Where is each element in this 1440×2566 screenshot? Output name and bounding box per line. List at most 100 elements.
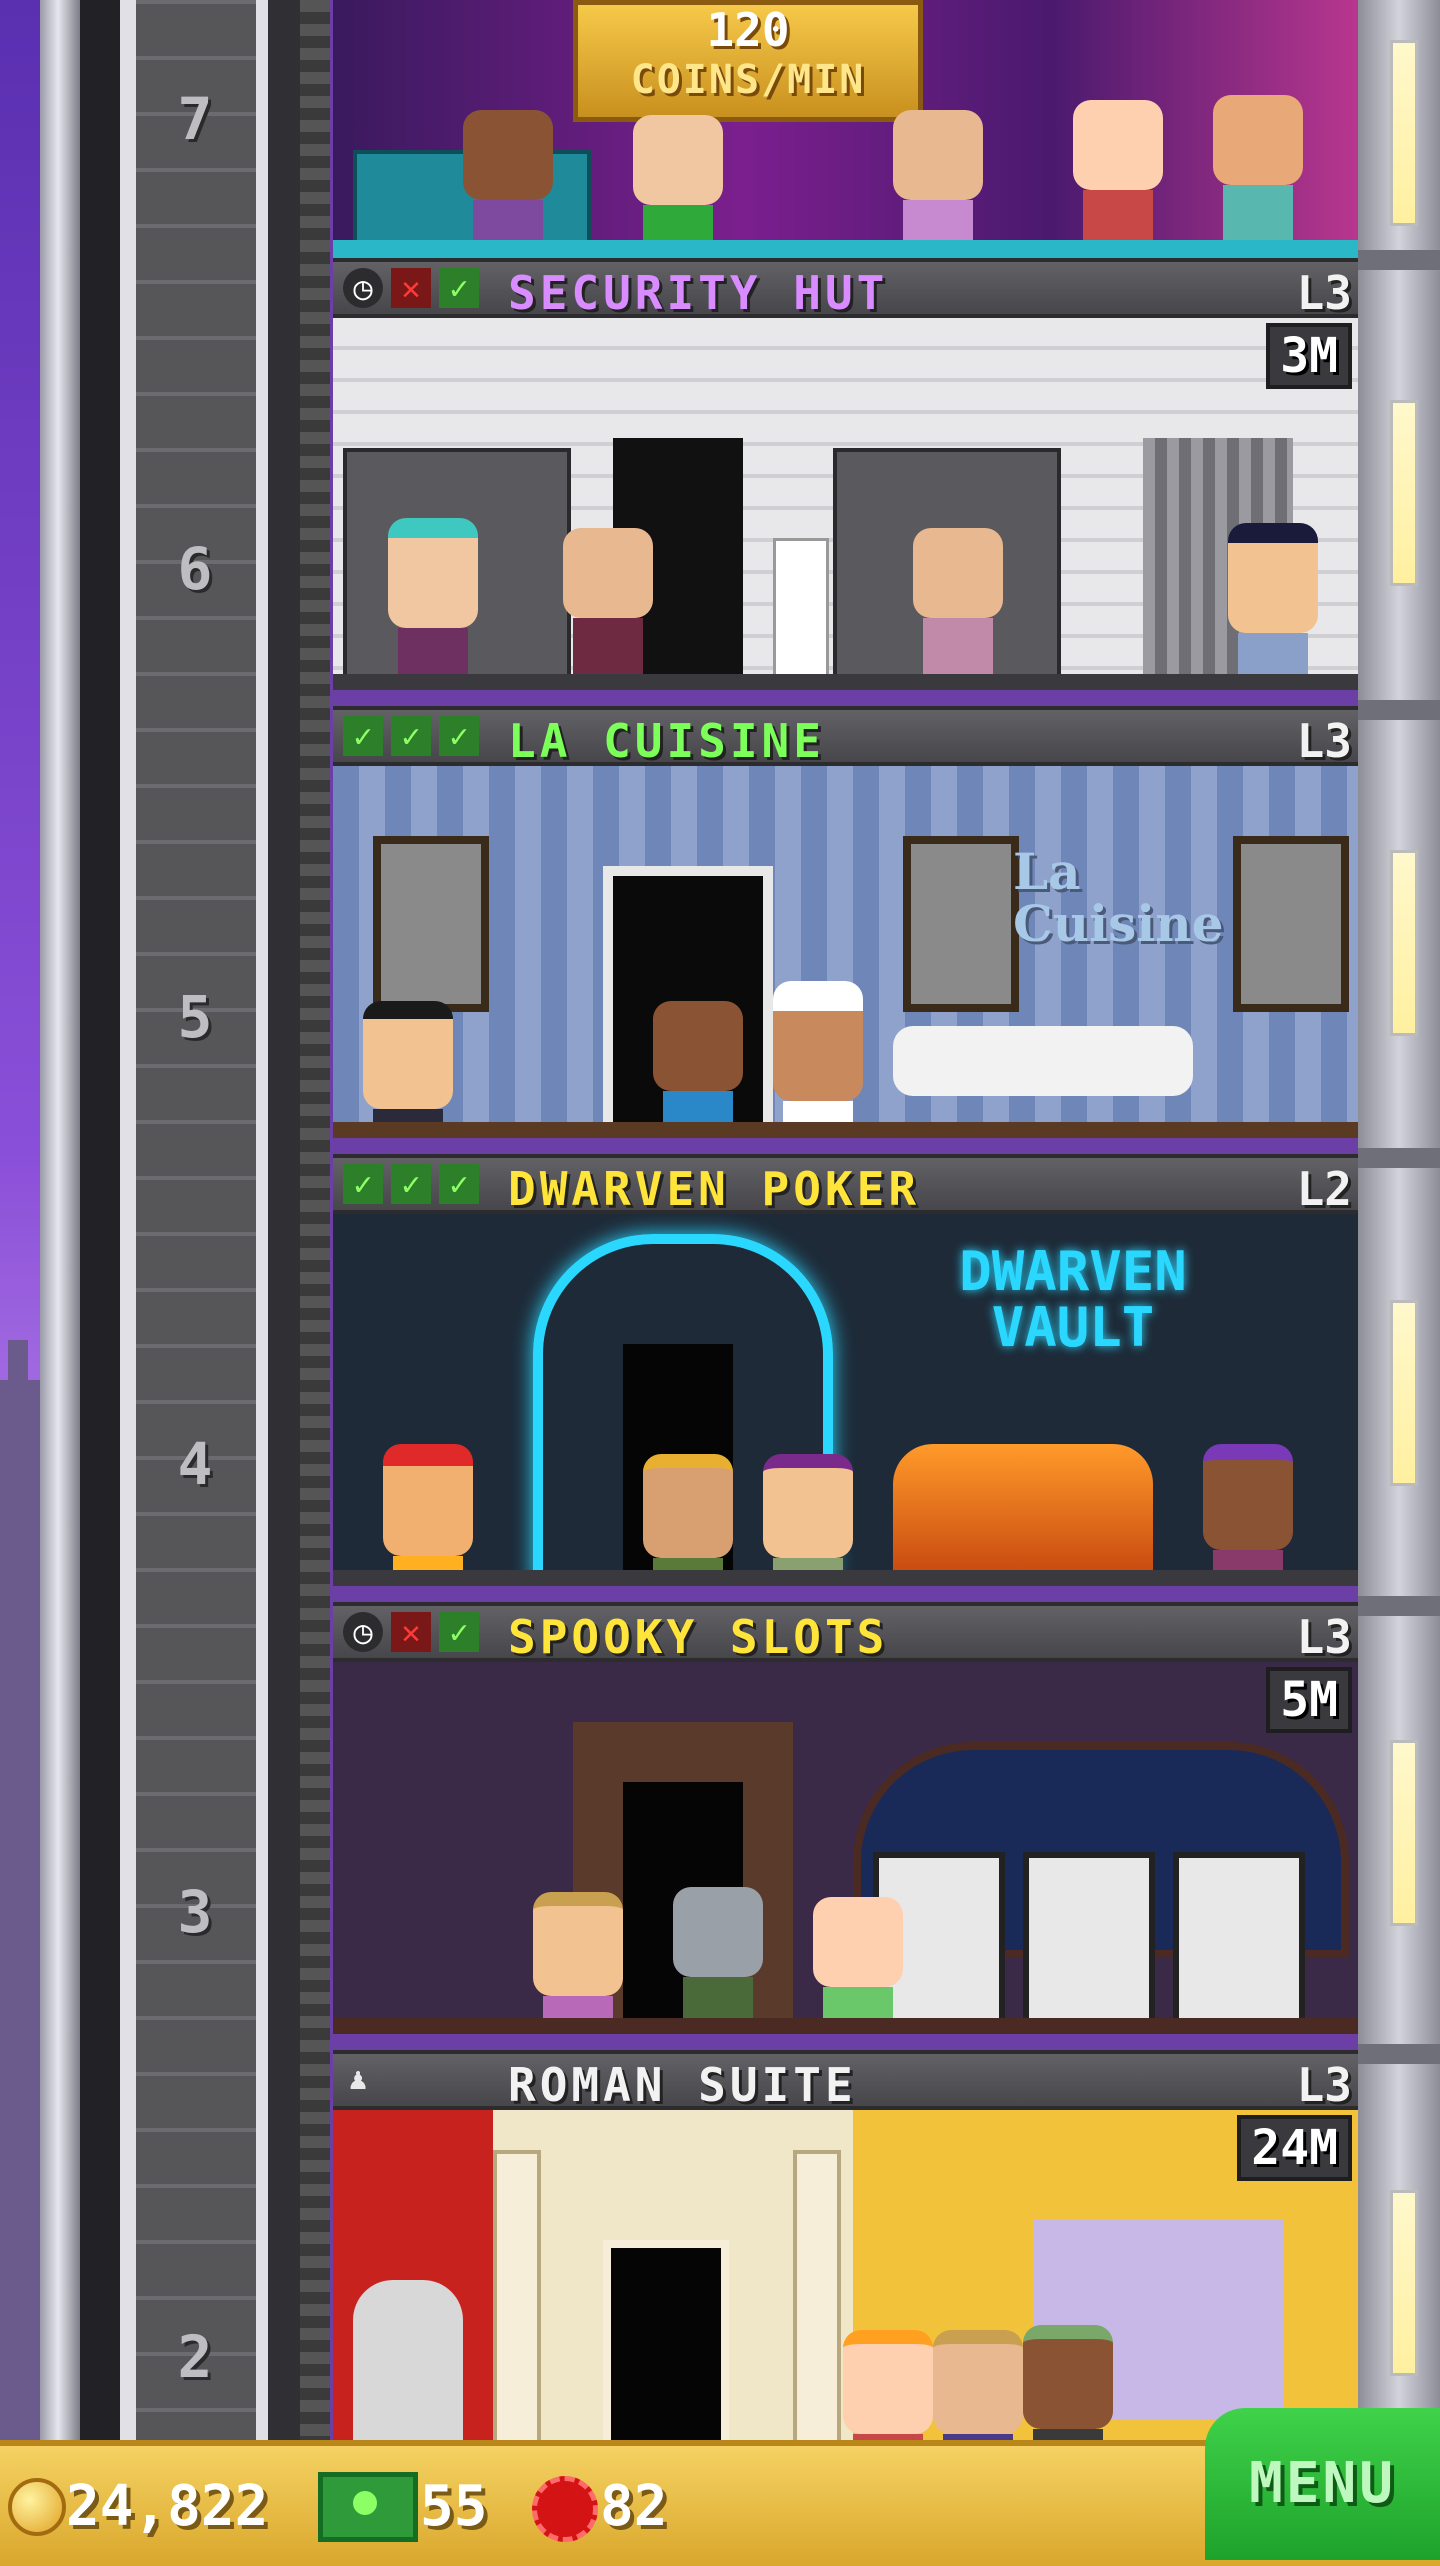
floor-strip [333, 2018, 1358, 2034]
tower-window [1390, 850, 1418, 1036]
floor-number-2: 2 [177, 2323, 213, 2391]
elevator-cable [300, 0, 330, 2440]
city-skyline [0, 1340, 40, 2480]
dwarf[interactable] [383, 1444, 473, 1586]
tower-window [1390, 2190, 1418, 2376]
zombie[interactable] [673, 1887, 763, 2034]
security-guard[interactable] [1228, 523, 1318, 690]
bitizen[interactable] [643, 1454, 733, 1586]
elevator-rail [256, 0, 268, 2440]
check-icon: ✓ [343, 716, 383, 756]
gold-pile [893, 1444, 1153, 1574]
golden-ticket-chip-icon [532, 2476, 598, 2542]
floor-header-la-cuisine[interactable]: ✓ ✓ ✓ LA CUISINE L3 [333, 706, 1358, 768]
x-icon: ✕ [391, 268, 431, 308]
bitizen[interactable] [1023, 2325, 1113, 2440]
floor-strip [333, 674, 1358, 690]
floor-status-icons: ✓ ✓ ✓ [343, 1164, 479, 1204]
floor-level: L3 [1296, 714, 1352, 768]
roman-column [493, 2150, 541, 2440]
check-icon: ✓ [343, 1164, 383, 1204]
water-cooler [773, 538, 829, 684]
wall-ledge [1358, 1148, 1440, 1168]
wall-ledge [1358, 2044, 1440, 2064]
wall-ledge [1358, 700, 1440, 720]
elevator-rail [120, 0, 136, 2440]
check-icon: ✓ [439, 716, 479, 756]
floor-number-4: 4 [177, 1430, 213, 1498]
floor-level: L3 [1296, 266, 1352, 320]
floor-name: SPOOKY SLOTS [508, 1610, 889, 1664]
bitizen[interactable] [563, 528, 653, 688]
floor-number-6: 6 [177, 535, 213, 603]
slot-machine[interactable] [1173, 1852, 1305, 2034]
bitizen[interactable] [843, 2330, 933, 2440]
floor-level: L3 [1296, 2058, 1352, 2112]
bitizen[interactable] [633, 115, 723, 258]
slot-machine[interactable] [1023, 1852, 1155, 2034]
la-cuisine-sign: La Cuisine [1013, 842, 1224, 953]
picture-frame [373, 836, 489, 1012]
bitizen[interactable] [893, 110, 983, 258]
bitizen[interactable] [533, 1892, 623, 2034]
vault-sign-line: VAULT [991, 1296, 1155, 1359]
clock-icon: ◷ [343, 1612, 383, 1652]
menu-button[interactable]: MENU [1205, 2408, 1440, 2560]
floor-level: L3 [1296, 1610, 1352, 1664]
bitizen[interactable] [1203, 1444, 1293, 1586]
timer-badge[interactable]: 3M [1266, 323, 1352, 389]
elevator-rail [40, 0, 80, 2440]
tower-bux-icon [318, 2472, 418, 2542]
clock-icon: ◷ [343, 268, 383, 308]
bitizen[interactable] [1073, 100, 1163, 258]
bitizen[interactable] [913, 528, 1003, 688]
timer-badge[interactable]: 24M [1237, 2115, 1352, 2181]
check-icon: ✓ [439, 268, 479, 308]
bitizen[interactable] [933, 2330, 1023, 2440]
floor-header-spooky-slots[interactable]: ◷ ✕ ✓ SPOOKY SLOTS L3 [333, 1602, 1358, 1664]
floor-status-icons: ◷ ✕ ✓ [343, 1612, 479, 1652]
coin-icon [8, 2478, 66, 2536]
floor-header-dwarven-poker[interactable]: ✓ ✓ ✓ DWARVEN POKER L2 [333, 1154, 1358, 1216]
floor-number-5: 5 [177, 983, 213, 1051]
income-unit: COINS/MIN [630, 57, 866, 103]
income-sign[interactable]: 120 COINS/MIN [573, 0, 923, 122]
coin-count: 24,822 [66, 2474, 269, 2539]
floor-4-scene[interactable]: DWARVEN VAULT [333, 1214, 1358, 1586]
check-icon: ✓ [391, 716, 431, 756]
floor-3-scene[interactable]: 5M [333, 1662, 1358, 2034]
bitizen[interactable] [653, 1001, 743, 1138]
bitizen[interactable] [813, 1897, 903, 2034]
timer-badge[interactable]: 5M [1266, 1667, 1352, 1733]
floor-2-scene[interactable]: 24M [333, 2110, 1358, 2440]
bitizen[interactable] [463, 110, 553, 258]
floor-status-icons: ✓ ✓ ✓ [343, 716, 479, 756]
bitizen[interactable] [388, 518, 478, 690]
floor-header-security-hut[interactable]: ◷ ✕ ✓ SECURITY HUT L3 [333, 258, 1358, 320]
chip-count: 82 [600, 2474, 668, 2539]
floor-5-scene[interactable]: La Cuisine [333, 766, 1358, 1138]
picture-frame [1233, 836, 1349, 1012]
roman-statue [353, 2280, 463, 2440]
bitizen[interactable] [763, 1454, 853, 1586]
tower-window [1390, 1300, 1418, 1486]
doorway [603, 2240, 729, 2440]
waiter[interactable] [363, 1001, 453, 1138]
picture-frame [903, 836, 1019, 1012]
elevator-lane[interactable] [136, 0, 256, 2440]
bitizen[interactable] [1213, 95, 1303, 255]
floor-number-7: 7 [177, 85, 213, 153]
wall-ledge [1358, 250, 1440, 270]
tower-window [1390, 1740, 1418, 1926]
floor-name: LA CUISINE [508, 714, 825, 768]
floor-header-roman-suite[interactable]: ♟ ♟ ♟ ROMAN SUITE L3 [333, 2050, 1358, 2112]
bux-count: 55 [420, 2474, 488, 2539]
check-icon: ✓ [439, 1612, 479, 1652]
x-icon: ✕ [391, 1612, 431, 1652]
chef[interactable] [773, 981, 863, 1138]
dwarven-vault-sign: DWARVEN VAULT [903, 1244, 1243, 1356]
floor-number-3: 3 [177, 1878, 213, 1946]
floor-6-scene[interactable]: 3M [333, 318, 1358, 690]
check-icon: ✓ [391, 1164, 431, 1204]
floor-7-scene[interactable]: 120 COINS/MIN [333, 0, 1358, 258]
